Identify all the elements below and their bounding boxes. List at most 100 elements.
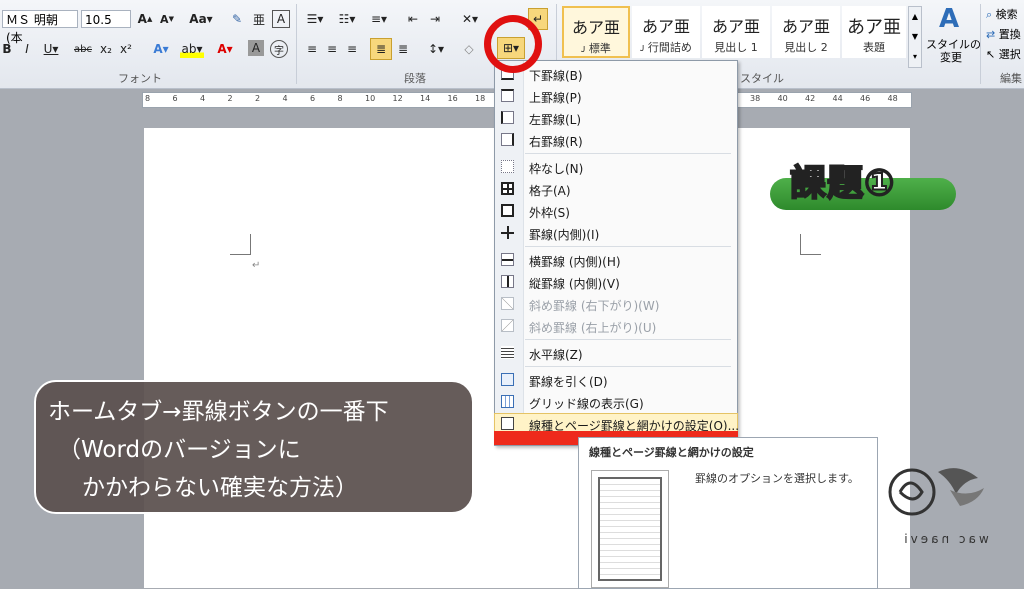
change-case-button[interactable]: Aa▾ [188, 10, 214, 28]
highlight-button[interactable]: ab▾ [180, 40, 204, 58]
menu-item-left-border[interactable]: 左罫線(L) [495, 108, 737, 128]
inside-horizontal-icon [501, 253, 514, 266]
decrease-indent-icon[interactable]: ⇤ [404, 10, 422, 28]
menu-item-outside-borders[interactable]: 外枠(S) [495, 201, 737, 221]
style-name: 表題 [863, 41, 885, 54]
style-preview: あア亜 [571, 18, 620, 37]
diagonal-up-icon [501, 319, 514, 332]
align-center-button[interactable]: ≡ [324, 40, 340, 58]
menu-item-top-border[interactable]: 上罫線(P) [495, 86, 737, 106]
bold-button[interactable]: B [0, 40, 14, 58]
find-label: 検索 [995, 8, 1018, 21]
replace-button[interactable]: ⇄ 置換 [986, 26, 1021, 42]
text-effect-button[interactable]: A▾ [150, 40, 172, 58]
select-icon: ↖ [986, 48, 996, 61]
ruler-tick: 8 [145, 94, 151, 103]
watermark-logo: wac naevi [880, 452, 1010, 580]
style-name: 見出し 1 [714, 41, 758, 54]
ruler-tick: 48 [887, 94, 898, 103]
find-icon: ⌕ [986, 8, 993, 21]
char-border-icon[interactable]: A [272, 10, 290, 28]
ruler-tick: 4 [200, 94, 206, 103]
menu-item-inside-vertical[interactable]: 縦罫線 (内側)(V) [495, 272, 737, 292]
ruler-tick: 2 [227, 94, 233, 103]
italic-button[interactable]: I [20, 40, 34, 58]
justify-button[interactable]: ≣ [370, 38, 392, 60]
clear-format-icon[interactable]: ✎ [228, 10, 246, 28]
menu-item-inside-borders[interactable]: 罫線(内側)(I) [495, 223, 737, 243]
style-preview: あア亜 [781, 17, 830, 36]
enclose-char-button[interactable]: 字 [270, 40, 288, 58]
menu-item-no-border[interactable]: 枠なし(N) [495, 157, 737, 177]
distribute-button[interactable]: ≣ [394, 40, 412, 58]
select-button[interactable]: ↖ 選択 [986, 46, 1021, 62]
paragraph-group-label: 段落 [404, 72, 426, 85]
tooltip-preview-image [591, 470, 669, 588]
logo-text: wac naevi [901, 532, 989, 546]
ruler-tick: 46 [860, 94, 871, 103]
menu-item-label: 上罫線(P) [529, 91, 582, 105]
bullets-button[interactable]: ☰▾ [302, 10, 328, 28]
style-preview: あア亜 [847, 17, 901, 38]
increase-indent-icon[interactable]: ⇥ [426, 10, 444, 28]
menu-item-draw-table[interactable]: 罫線を引く(D) [495, 370, 737, 390]
ruler-tick: 4 [282, 94, 288, 103]
menu-item-horizontal-line[interactable]: 水平線(Z) [495, 343, 737, 363]
align-right-button[interactable]: ≡ [344, 40, 360, 58]
diagonal-down-icon [501, 297, 514, 310]
ruler-tick: 12 [392, 94, 403, 103]
menu-separator [525, 339, 731, 340]
no-border-icon [501, 160, 514, 173]
separator [296, 4, 297, 84]
style-tile-heading1[interactable]: あア亜 見出し 1 [702, 6, 770, 58]
paragraph-mark-icon: ↵ [252, 260, 261, 271]
style-tile-standard[interactable]: あア亜 ᴊ 標準 [562, 6, 630, 58]
ruler-tick: 2 [255, 94, 261, 103]
ruler-tick: 38 [750, 94, 761, 103]
style-tile-no-spacing[interactable]: あア亜 ᴊ 行間詰め [632, 6, 700, 58]
change-styles-label[interactable]: スタイルの 変更 [926, 38, 981, 64]
multilevel-button[interactable]: ≡▾ [366, 10, 392, 28]
style-tile-heading2[interactable]: あア亜 見出し 2 [772, 6, 840, 58]
change-styles-icon[interactable]: A [934, 4, 964, 34]
menu-item-view-gridlines[interactable]: グリッド線の表示(G) [495, 392, 737, 412]
menu-item-inside-horizontal[interactable]: 横罫線 (内側)(H) [495, 250, 737, 270]
menu-item-all-borders[interactable]: 格子(A) [495, 179, 737, 199]
subscript-button[interactable]: x₂ [98, 40, 114, 58]
menu-item-diagonal-down: 斜め罫線 (右下がり)(W) [495, 294, 737, 314]
page-border-preview [598, 477, 662, 581]
line-spacing-button[interactable]: ↕▾ [424, 40, 448, 58]
superscript-button[interactable]: x² [118, 40, 134, 58]
grow-font-button[interactable]: A ▲ [136, 10, 154, 28]
menu-separator [525, 246, 731, 247]
phonetic-guide-icon[interactable]: 亜 [250, 10, 268, 28]
margin-corner-right [800, 234, 821, 255]
menu-item-bottom-border[interactable]: 下罫線(B) [495, 64, 737, 84]
underline-button[interactable]: U▾ [40, 40, 62, 58]
menu-separator [525, 366, 731, 367]
font-name-box[interactable]: ＭＳ 明朝 (本 [2, 10, 78, 45]
menu-item-diagonal-up: 斜め罫線 (右上がり)(U) [495, 316, 737, 336]
menu-separator [525, 153, 731, 154]
align-left-button[interactable]: ≡ [304, 40, 320, 58]
margin-corner-left [230, 234, 251, 255]
font-color-button[interactable]: A▾ [214, 40, 236, 58]
menu-item-label: 右罫線(R) [529, 135, 583, 149]
outside-borders-icon [501, 204, 514, 217]
menu-item-right-border[interactable]: 右罫線(R) [495, 130, 737, 150]
ruler-tick: 18 [475, 94, 486, 103]
strikethrough-button[interactable]: abc [72, 40, 94, 58]
numbering-button[interactable]: ☷▾ [334, 10, 360, 28]
shrink-font-button[interactable]: A ▼ [158, 10, 176, 28]
style-tile-title[interactable]: あア亜 表題 [842, 6, 906, 58]
style-gallery-scroll[interactable]: ▲ ▼ ▾ [908, 6, 922, 68]
replace-icon: ⇄ [986, 28, 996, 41]
separator [980, 4, 981, 84]
sort-icon[interactable]: ✕▾ [458, 10, 482, 28]
char-shading-button[interactable]: A [248, 40, 264, 56]
font-size-box[interactable]: 10.5 [81, 10, 131, 28]
menu-item-label: 枠なし(N) [529, 162, 584, 176]
gridlines-icon [501, 395, 514, 408]
shading-button[interactable]: ◇ [460, 40, 478, 58]
find-button[interactable]: ⌕ 検索 [986, 6, 1018, 22]
